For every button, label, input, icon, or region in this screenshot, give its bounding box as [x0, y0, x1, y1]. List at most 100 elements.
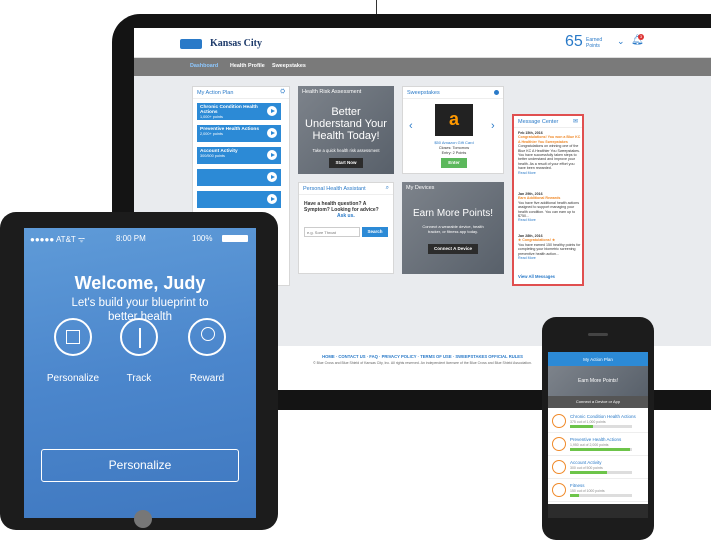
- symptom-search-input[interactable]: [304, 227, 360, 237]
- phone-header: My Action Plan: [548, 352, 648, 366]
- action-item-preventive[interactable]: Preventive Health Actions 2,000+ points: [197, 125, 281, 142]
- ribbon-award-icon[interactable]: [188, 318, 226, 356]
- start-now-button[interactable]: Start Now: [329, 158, 363, 168]
- phone-speaker: [588, 333, 608, 336]
- item-title: Fitness: [570, 483, 585, 488]
- message-body: Congratulations on winning one of the Bl…: [518, 144, 580, 171]
- tablet-home-button[interactable]: [134, 510, 152, 528]
- bcbs-logo: [180, 39, 202, 49]
- action-item-more[interactable]: [197, 169, 281, 186]
- clock: 8:00 PM: [116, 234, 146, 243]
- nav-health-profile[interactable]: Health Profile: [230, 63, 265, 69]
- main-nav: [134, 58, 711, 76]
- notification-badge: 3: [638, 34, 644, 40]
- dot-icon: [494, 90, 499, 95]
- message-body: You have five additional health actions …: [518, 200, 580, 219]
- list-item[interactable]: Chronic Condition Health Actions 375 out…: [548, 410, 648, 433]
- carrier-status: ●●●●● AT&T ᯤ: [30, 235, 86, 244]
- brand-name: Kansas City: [210, 38, 262, 49]
- devices-title: My Devices: [406, 185, 435, 191]
- hra-title: Health Risk Assessment: [302, 89, 362, 95]
- message-center-card: Message Center ✉ Feb 15th, 2016 Congratu…: [512, 114, 584, 286]
- view-all-messages-link[interactable]: View All Messages: [518, 274, 555, 279]
- item-title: Chronic Condition Health Actions: [570, 414, 636, 419]
- welcome-heading: Welcome, Judy: [74, 273, 206, 293]
- search-icon[interactable]: ⌕: [386, 185, 389, 192]
- step-personalize: Personalize: [46, 373, 100, 384]
- shield-icon: [552, 437, 566, 451]
- action-item-chronic[interactable]: Chronic Condition Health Actions 1,000+ …: [197, 103, 281, 120]
- item-sub: 375 out of 1,000 points: [570, 420, 606, 424]
- progress-bar: [570, 494, 632, 497]
- ask-us-link[interactable]: Ask us.: [337, 213, 355, 219]
- play-icon: [267, 106, 277, 116]
- sweepstakes-card: Sweepstakes ‹ › a $50 Amazon Gift Card C…: [402, 86, 504, 174]
- devices-headline: Earn More Points!: [412, 208, 494, 219]
- closes-text: Closes: Tomorrow: [438, 146, 470, 150]
- amazon-gift-card-icon: a: [435, 104, 473, 136]
- message-item[interactable]: Feb 15th, 2016 Congratulations! You won …: [518, 131, 582, 175]
- progress-bar: [570, 448, 632, 451]
- hra-headline: Better Understand Your Health Today!: [305, 106, 387, 142]
- sweepstakes-title: Sweepstakes: [403, 87, 503, 99]
- play-icon: [267, 172, 277, 182]
- read-more-link[interactable]: Read More: [518, 171, 582, 175]
- chevron-down-icon[interactable]: ⌄: [617, 36, 625, 47]
- read-more-link[interactable]: Read More: [518, 256, 582, 260]
- message-headline: Congratulations! You won a Blue KC A Hea…: [518, 135, 581, 144]
- running-icon: [552, 483, 566, 497]
- entry-text: Entry: 2 Points: [441, 151, 467, 155]
- nav-dashboard[interactable]: Dashboard: [190, 63, 218, 69]
- devices-card: My Devices Earn More Points! Connect a w…: [402, 182, 504, 274]
- pha-card: Personal Health Assistant ⌕ Have a healt…: [298, 182, 394, 274]
- play-icon: [267, 150, 277, 160]
- action-item-sub: 1,000+ points: [200, 115, 223, 119]
- action-plan-title: My Action Plan: [193, 87, 289, 99]
- enter-button[interactable]: Enter: [441, 158, 467, 168]
- list-item[interactable]: Account Activity 300 out of 500 points: [548, 456, 648, 479]
- progress-bar: [570, 425, 632, 428]
- connect-device-button[interactable]: Connect A Device: [428, 244, 478, 254]
- item-sub: 1,950 out of 2,000 points: [570, 443, 609, 447]
- phone-tab-bar: [548, 504, 648, 518]
- site-header: Kansas City 65 Earned Points ⌄ 🔔︎ 3: [134, 28, 711, 58]
- phone-connect-link[interactable]: Connect a Device or App: [548, 396, 648, 408]
- item-title: Account Activity: [570, 460, 602, 465]
- points-label: Earned Points: [586, 37, 603, 49]
- play-icon: [267, 128, 277, 138]
- search-button[interactable]: Search: [362, 227, 388, 237]
- step-track: Track: [126, 373, 152, 384]
- chevron-left-icon[interactable]: ‹: [409, 120, 413, 132]
- hra-card: Health Risk Assessment Better Understand…: [298, 86, 394, 174]
- personalize-button[interactable]: Personalize: [41, 449, 239, 482]
- read-more-link[interactable]: Read More: [518, 218, 582, 222]
- binoculars-icon: ⛭: [280, 89, 285, 95]
- tablet-screen: ●●●●● AT&T ᯤ 8:00 PM 100% Welcome, Judy …: [24, 228, 256, 518]
- prize-name: $50 Amazon Gift Card: [434, 140, 474, 145]
- battery-icon: [222, 235, 248, 242]
- phone-screen: My Action Plan Earn More Points! Connect…: [548, 352, 648, 518]
- message-body: You have earned 150 healthy points for c…: [518, 242, 581, 256]
- item-sub: 150 out of 1000 points: [570, 489, 605, 493]
- pha-title: Personal Health Assistant: [299, 183, 393, 195]
- item-sub: 300 out of 500 points: [570, 466, 603, 470]
- envelope-icon: ✉: [572, 119, 578, 125]
- step-reward: Reward: [189, 373, 225, 384]
- user-icon: [552, 460, 566, 474]
- phone-banner-title: Earn More Points!: [548, 366, 648, 396]
- list-item[interactable]: Fitness 150 out of 1000 points: [548, 479, 648, 502]
- list-item[interactable]: Preventive Health Actions 1,950 out of 2…: [548, 433, 648, 456]
- hra-sub: Take a quick health risk assessment: [312, 148, 380, 153]
- pha-question: Have a health question? A Symptom? Looki…: [304, 201, 379, 213]
- action-item-more[interactable]: [197, 191, 281, 208]
- message-item[interactable]: Jan 29th, 2016 Earn Additional Rewards Y…: [518, 192, 582, 223]
- chevron-right-icon[interactable]: ›: [491, 120, 495, 132]
- play-icon: [267, 194, 277, 204]
- action-item-label: Chronic Condition Health Actions: [200, 105, 258, 115]
- message-item[interactable]: Jan 28th, 2016 ★ Congratulations! ★ You …: [518, 234, 582, 260]
- edit-icon[interactable]: [54, 318, 92, 356]
- points-value: 65: [565, 33, 583, 50]
- nav-sweepstakes[interactable]: Sweepstakes: [272, 63, 306, 69]
- usb-icon[interactable]: [120, 318, 158, 356]
- action-item-account[interactable]: Account Activity 300/500 points: [197, 147, 281, 164]
